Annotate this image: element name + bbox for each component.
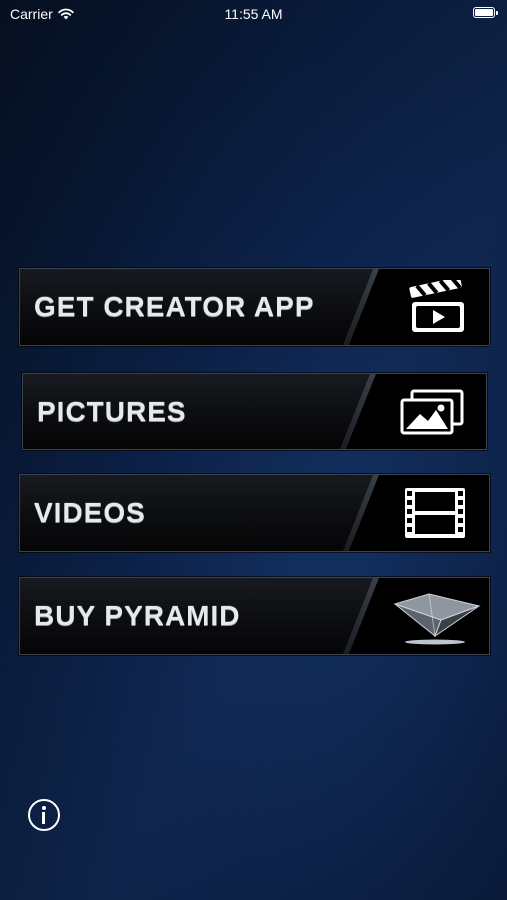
info-icon-dot (41, 806, 46, 810)
pictures-button[interactable]: PICTURES (22, 373, 487, 450)
film-strip-icon (405, 488, 465, 538)
status-bar-right (473, 7, 498, 18)
clapperboard-icon (409, 280, 464, 332)
get-creator-app-button[interactable]: GET CREATOR APP (19, 268, 490, 346)
pictures-label: PICTURES (37, 395, 187, 427)
pictures-icon (400, 389, 464, 434)
pyramid-icon (393, 593, 481, 645)
videos-label: VIDEOS (34, 497, 146, 528)
get-creator-app-label: GET CREATOR APP (34, 291, 315, 322)
info-button[interactable] (28, 799, 60, 831)
status-time: 11:55 AM (224, 6, 283, 22)
buy-pyramid-label: BUY PYRAMID (34, 600, 241, 631)
battery-icon (473, 7, 498, 18)
status-bar: Carrier 11:55 AM (0, 0, 507, 28)
battery-fill (475, 9, 493, 16)
buy-pyramid-button[interactable]: BUY PYRAMID (19, 577, 490, 655)
info-icon-bar (42, 812, 45, 824)
videos-button[interactable]: VIDEOS (19, 474, 490, 552)
background (0, 0, 507, 900)
